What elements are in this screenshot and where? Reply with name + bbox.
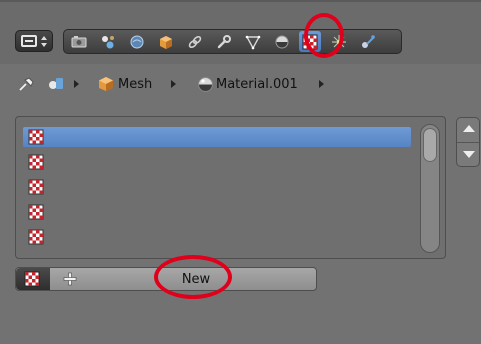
physics-icon bbox=[362, 34, 375, 48]
header-bar bbox=[0, 0, 481, 64]
breadcrumb: Mesh Material.001 bbox=[0, 70, 481, 98]
checker-texture-icon bbox=[24, 271, 40, 287]
tab-world[interactable] bbox=[126, 31, 148, 52]
move-down-icon[interactable] bbox=[463, 151, 475, 158]
browse-texture-button[interactable] bbox=[16, 268, 50, 290]
constraints-icon bbox=[188, 35, 202, 48]
object-icon bbox=[160, 35, 172, 49]
tab-object[interactable] bbox=[155, 31, 177, 52]
plus-icon bbox=[63, 272, 77, 286]
breadcrumb-material[interactable]: Material.001 bbox=[197, 70, 298, 98]
chevron-down-icon bbox=[41, 43, 47, 47]
checker-texture-icon bbox=[28, 229, 44, 245]
tab-physics[interactable] bbox=[357, 31, 379, 52]
tab-render[interactable] bbox=[68, 31, 90, 52]
breadcrumb-mesh[interactable]: Mesh bbox=[98, 70, 152, 98]
checker-texture-icon bbox=[28, 154, 44, 170]
highlight-circle-texture-tab bbox=[304, 13, 344, 58]
tab-scene[interactable] bbox=[97, 31, 119, 52]
breadcrumb-mesh-label: Mesh bbox=[118, 76, 153, 92]
properties-editor-icon bbox=[21, 35, 37, 47]
breadcrumb-arrow-icon bbox=[74, 80, 79, 88]
mesh-icon bbox=[99, 77, 113, 91]
top-border bbox=[0, 0, 481, 2]
breadcrumb-object[interactable] bbox=[47, 70, 65, 98]
checker-texture-icon bbox=[28, 179, 44, 195]
list-item[interactable] bbox=[23, 227, 411, 247]
material-sphere-icon bbox=[198, 76, 213, 92]
list-item[interactable] bbox=[23, 202, 411, 222]
tab-data[interactable] bbox=[242, 31, 264, 52]
object-data-icon bbox=[49, 78, 63, 89]
move-up-icon[interactable] bbox=[463, 125, 475, 132]
breadcrumb-arrow-icon bbox=[319, 80, 324, 88]
list-item[interactable] bbox=[23, 127, 411, 147]
pin-button[interactable] bbox=[18, 70, 36, 98]
scrollbar-thumb[interactable] bbox=[423, 128, 437, 162]
breadcrumb-arrow-icon bbox=[171, 80, 176, 88]
slot-move-buttons bbox=[456, 117, 480, 167]
mesh-data-icon bbox=[245, 35, 261, 49]
tab-constraints[interactable] bbox=[184, 31, 206, 52]
render-icon bbox=[71, 35, 87, 47]
pin-icon bbox=[19, 77, 34, 91]
properties-panel: Mesh Material.001 New bbox=[0, 0, 481, 344]
list-item[interactable] bbox=[23, 152, 411, 172]
tab-modifiers[interactable] bbox=[213, 31, 235, 52]
add-texture-button[interactable] bbox=[55, 268, 85, 290]
list-item[interactable] bbox=[23, 177, 411, 197]
divider bbox=[457, 142, 479, 143]
tab-material[interactable] bbox=[271, 31, 293, 52]
context-tabs bbox=[63, 29, 402, 54]
checker-texture-icon bbox=[28, 129, 44, 145]
list-scrollbar[interactable] bbox=[420, 124, 440, 253]
chevron-up-icon bbox=[41, 36, 47, 40]
scene-icon bbox=[102, 35, 114, 48]
world-icon bbox=[130, 35, 144, 48]
material-icon bbox=[275, 35, 289, 48]
editor-type-button[interactable] bbox=[15, 30, 53, 52]
texture-slot-list bbox=[15, 116, 446, 259]
highlight-circle-new-button bbox=[154, 255, 232, 299]
breadcrumb-material-label: Material.001 bbox=[216, 76, 298, 92]
wrench-icon bbox=[217, 34, 231, 48]
checker-texture-icon bbox=[28, 204, 44, 220]
empty-panel-area bbox=[0, 300, 481, 344]
